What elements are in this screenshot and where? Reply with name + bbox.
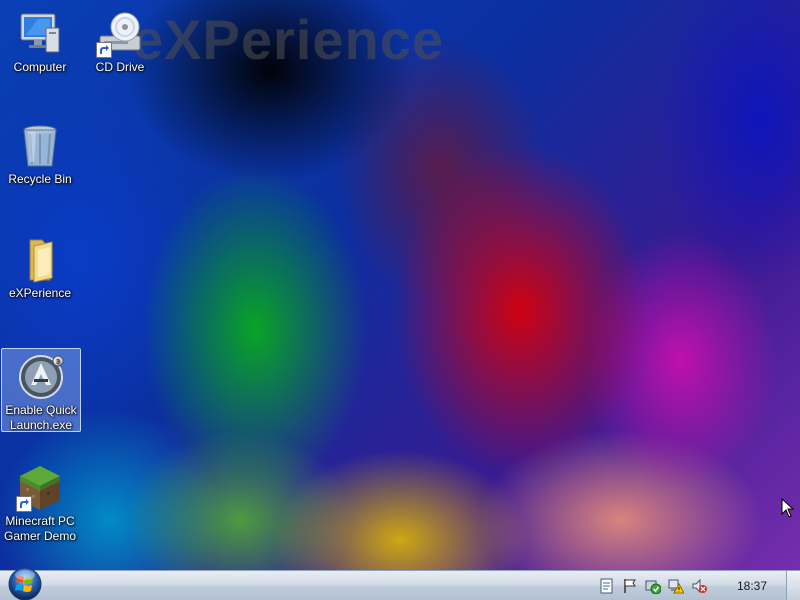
- mouse-cursor-icon: [781, 497, 795, 518]
- desktop-icon-label: Enable Quick Launch.exe: [5, 403, 77, 432]
- shortcut-arrow-icon: [96, 42, 112, 58]
- desktop-icon-label: eXPerience: [8, 286, 72, 300]
- taskbar-clock[interactable]: 18:37: [737, 579, 767, 593]
- desktop-icon-label: Recycle Bin: [8, 172, 72, 186]
- desktop-watermark: eXPerience: [132, 8, 444, 71]
- shortcut-arrow-icon: [16, 496, 32, 512]
- desktop-icon-label: Computer: [13, 60, 67, 74]
- recycle-bin-icon: [16, 122, 64, 170]
- svg-text:3: 3: [56, 359, 60, 366]
- folder-icon: [16, 236, 64, 284]
- notification-icon[interactable]: [599, 578, 615, 594]
- volume-muted-icon[interactable]: [691, 578, 707, 594]
- desktop-icon-computer[interactable]: Computer: [1, 10, 79, 78]
- start-button[interactable]: [4, 564, 46, 600]
- cd-drive-icon: [96, 10, 144, 58]
- show-desktop-button[interactable]: [786, 571, 800, 600]
- desktop-icon-label: Minecraft PC Gamer Demo: [3, 514, 77, 543]
- desktop-icon-enable-quick-launch[interactable]: 3 Enable Quick Launch.exe: [1, 348, 81, 432]
- action-center-flag-icon[interactable]: [622, 578, 638, 594]
- desktop-icon-experience-folder[interactable]: eXPerience: [1, 236, 79, 304]
- desktop-icon-minecraft[interactable]: Minecraft PC Gamer Demo: [1, 464, 79, 544]
- minecraft-grass-block-icon: [16, 464, 64, 512]
- desktop-icon-label: CD Drive: [95, 60, 145, 74]
- desktop-icon-cd-drive[interactable]: CD Drive: [81, 10, 159, 78]
- security-shield-icon[interactable]: [645, 578, 662, 595]
- computer-icon: [16, 10, 64, 58]
- system-tray: [590, 571, 800, 600]
- desktop-icon-recycle-bin[interactable]: Recycle Bin: [1, 122, 79, 190]
- launcher-app-icon: 3: [17, 353, 65, 401]
- taskbar: 18:37: [0, 567, 800, 600]
- network-warning-icon[interactable]: [668, 578, 685, 594]
